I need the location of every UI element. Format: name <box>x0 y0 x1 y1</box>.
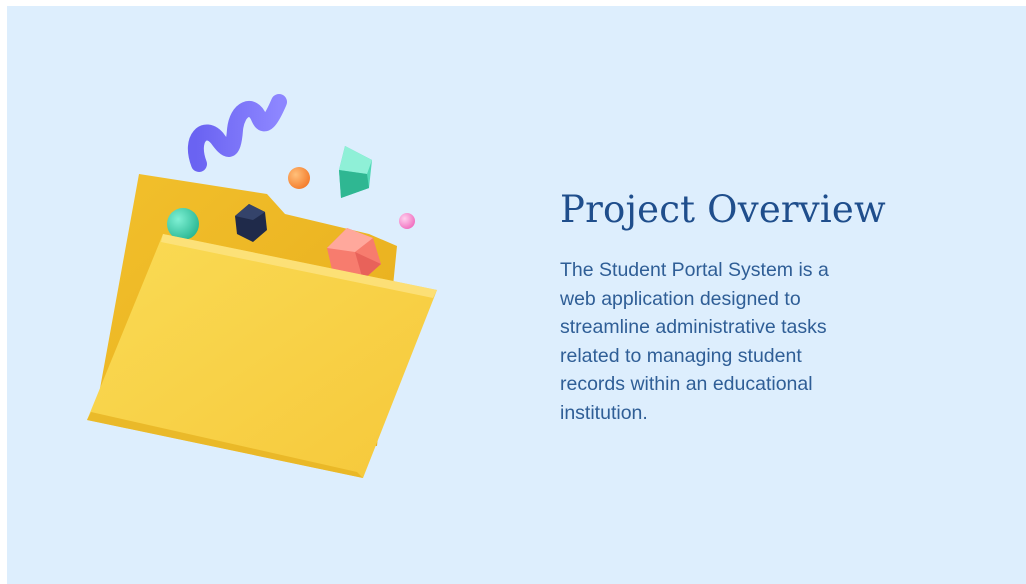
page-title: Project Overview <box>560 188 886 231</box>
orange-ball-shape <box>288 167 310 189</box>
slide: Project Overview The Student Portal Syst… <box>7 6 1026 584</box>
content-block: Project Overview The Student Portal Syst… <box>560 186 920 427</box>
folder-icon <box>87 94 437 478</box>
project-description: The Student Portal System is a web appli… <box>560 259 829 424</box>
pink-ball-shape <box>399 213 415 229</box>
teal-cube-shape <box>339 146 372 198</box>
squiggle-shape <box>187 94 287 172</box>
teal-ball-shape <box>167 208 199 240</box>
folder-illustration <box>77 86 457 486</box>
